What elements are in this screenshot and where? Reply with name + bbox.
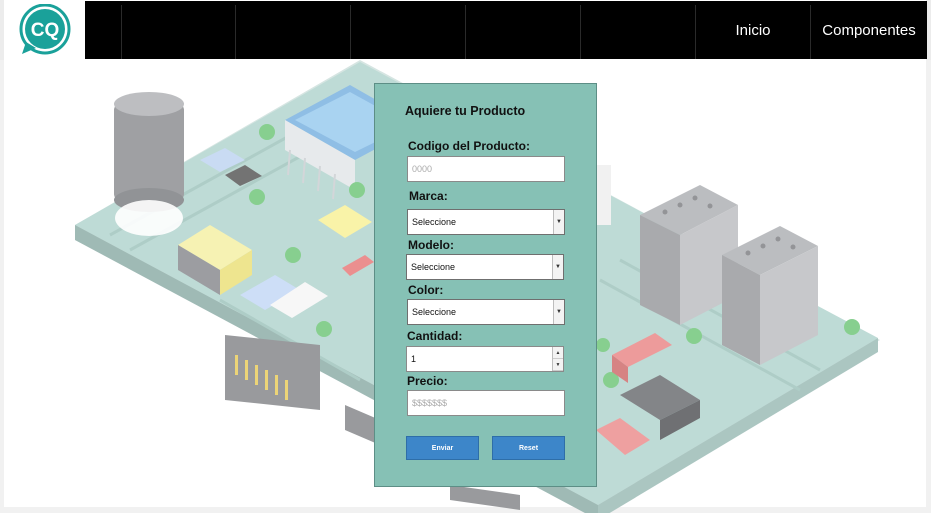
color-label: Color: xyxy=(408,283,444,297)
precio-label: Precio: xyxy=(407,374,448,388)
logo-speech-bubble-icon: CQ xyxy=(19,4,70,55)
modelo-label: Modelo: xyxy=(408,238,454,252)
nav-divider xyxy=(580,5,581,59)
product-form: Aquiere tu Producto Codigo del Producto:… xyxy=(374,83,597,487)
color-select[interactable]: Seleccione ▼ xyxy=(407,299,565,325)
nav-link-inicio[interactable]: Inicio xyxy=(697,1,809,59)
codigo-label: Codigo del Producto: xyxy=(408,139,530,153)
nav-divider xyxy=(235,5,236,59)
navbar-bar: Inicio Componentes xyxy=(85,1,927,59)
nav-divider xyxy=(121,5,122,59)
logo-text: CQ xyxy=(30,20,59,41)
chevron-down-icon[interactable]: ▼ xyxy=(553,300,564,324)
stepper-down-icon[interactable]: ▼ xyxy=(553,359,563,371)
nav-divider xyxy=(465,5,466,59)
cantidad-label: Cantidad: xyxy=(407,329,463,343)
cantidad-value: 1 xyxy=(411,354,417,364)
nav-link-componentes[interactable]: Componentes xyxy=(811,1,927,59)
enviar-button[interactable]: Enviar xyxy=(406,436,479,460)
cantidad-stepper[interactable]: ▲ ▼ xyxy=(552,347,563,371)
reset-button[interactable]: Reset xyxy=(492,436,565,460)
marca-select[interactable]: Seleccione ▼ xyxy=(407,209,565,235)
modelo-selected: Seleccione xyxy=(411,262,456,272)
navbar: CQ Inicio Componentes xyxy=(0,0,931,60)
page: CQ Inicio Componentes Aquiere tu Product… xyxy=(0,0,931,513)
modelo-select[interactable]: Seleccione ▼ xyxy=(406,254,564,280)
marca-label: Marca: xyxy=(409,189,448,203)
precio-input[interactable]: $$$$$$$ xyxy=(407,390,565,416)
chevron-down-icon[interactable]: ▼ xyxy=(552,255,563,279)
form-title: Aquiere tu Producto xyxy=(405,104,526,118)
color-selected: Seleccione xyxy=(412,307,457,317)
logo[interactable]: CQ xyxy=(4,0,85,60)
stepper-up-icon[interactable]: ▲ xyxy=(553,347,563,359)
nav-divider xyxy=(350,5,351,59)
nav-divider xyxy=(695,5,696,59)
codigo-input[interactable]: 0000 xyxy=(407,156,565,182)
cantidad-input[interactable]: 1 ▲ ▼ xyxy=(406,346,564,372)
chevron-down-icon[interactable]: ▼ xyxy=(553,210,564,234)
marca-selected: Seleccione xyxy=(412,217,457,227)
